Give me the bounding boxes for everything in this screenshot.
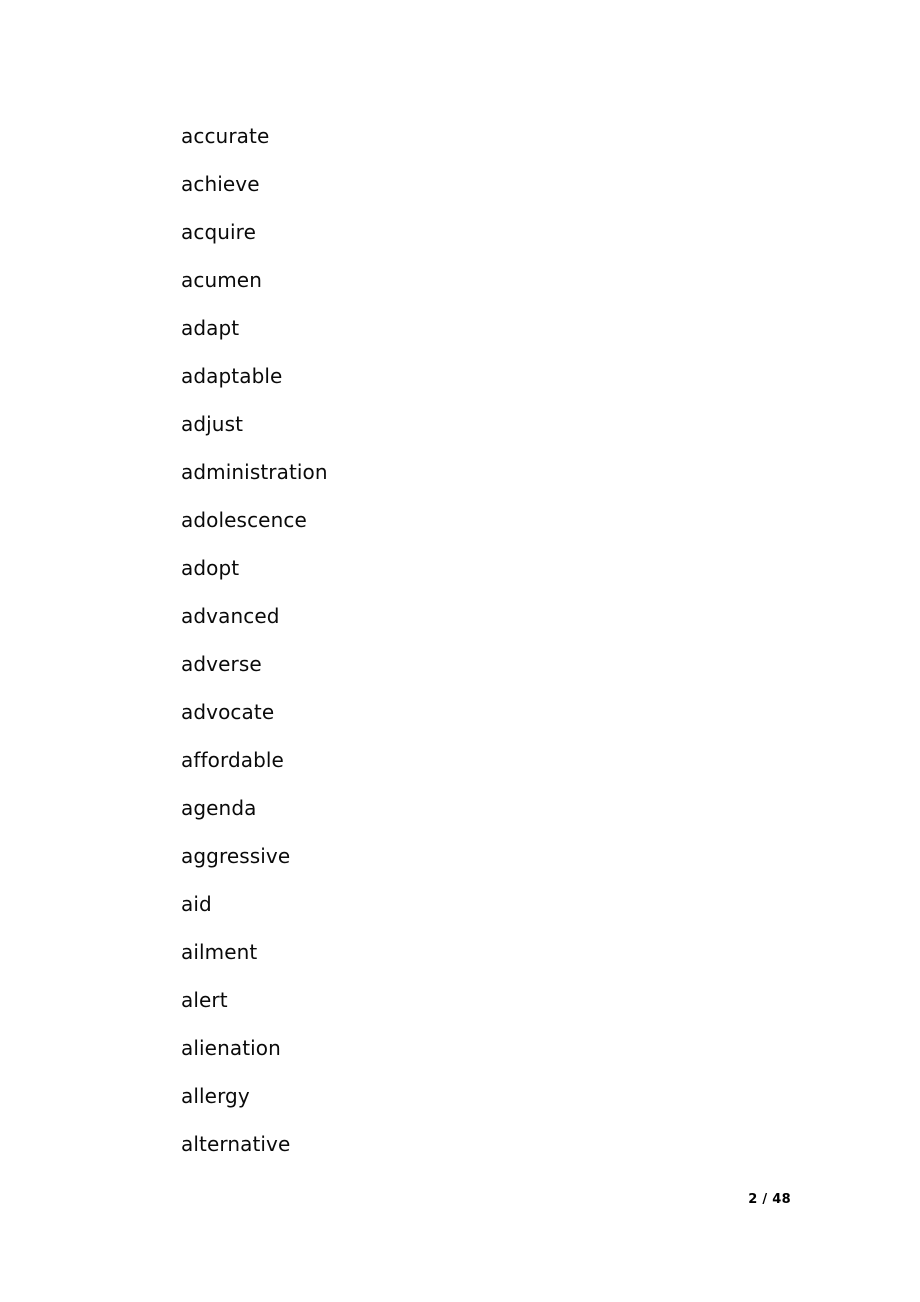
- list-item: aggressive: [181, 844, 291, 868]
- list-item: adaptable: [181, 364, 283, 388]
- list-item: allergy: [181, 1084, 250, 1108]
- list-item: adverse: [181, 652, 262, 676]
- list-item: ailment: [181, 940, 258, 964]
- list-item: alienation: [181, 1036, 281, 1060]
- list-item: adopt: [181, 556, 240, 580]
- list-item: advanced: [181, 604, 280, 628]
- list-item: alert: [181, 988, 228, 1012]
- list-item: acumen: [181, 268, 262, 292]
- list-item: advocate: [181, 700, 275, 724]
- list-item: affordable: [181, 748, 284, 772]
- vocabulary-word-list: accurate achieve acquire acumen adapt ad…: [181, 123, 741, 1179]
- list-item: adjust: [181, 412, 244, 436]
- list-item: adolescence: [181, 508, 307, 532]
- list-item: alternative: [181, 1132, 291, 1156]
- list-item: administration: [181, 460, 328, 484]
- list-item: aid: [181, 892, 212, 916]
- list-item: adapt: [181, 316, 240, 340]
- list-item: agenda: [181, 796, 257, 820]
- document-page: accurate achieve acquire acumen adapt ad…: [0, 0, 920, 1302]
- list-item: accurate: [181, 124, 270, 148]
- list-item: acquire: [181, 220, 256, 244]
- page-number: 2 / 48: [748, 1192, 791, 1207]
- list-item: achieve: [181, 172, 260, 196]
- page-footer: 2 / 48: [0, 1188, 920, 1207]
